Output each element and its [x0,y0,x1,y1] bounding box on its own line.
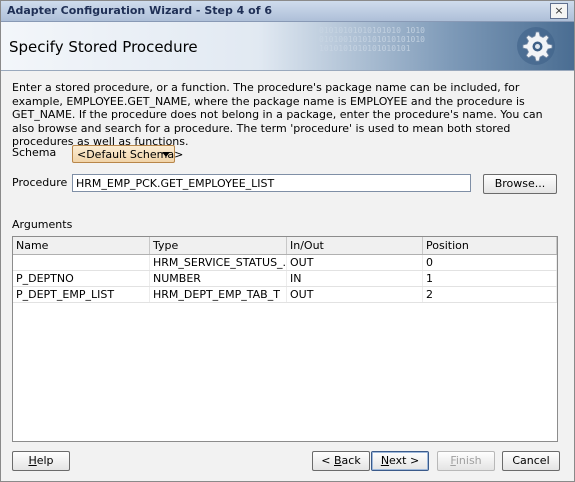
procedure-input[interactable]: HRM_EMP_PCK.GET_EMPLOYEE_LIST [72,174,471,192]
gear-icon [517,27,555,65]
help-label-rest: elp [36,454,54,467]
wizard-header: Specify Stored Procedure 010101010101010… [1,22,574,71]
column-header-name[interactable]: Name [13,237,150,254]
column-header-type[interactable]: Type [150,237,287,254]
back-mnemonic: B [334,454,342,467]
cell-in-out: IN [287,271,423,286]
table-row[interactable]: P_DEPTNO NUMBER IN 1 [13,271,557,287]
column-header-in-out[interactable]: In/Out [287,237,423,254]
chevron-down-icon [162,152,170,157]
arguments-label: Arguments [12,218,73,231]
cancel-button[interactable]: Cancel [502,451,560,471]
help-button[interactable]: Help [12,451,70,471]
back-button[interactable]: < Back [312,451,370,471]
browse-button[interactable]: Browse... [483,174,557,194]
cell-position: 1 [423,271,557,286]
page-title: Specify Stored Procedure [9,38,198,56]
cell-in-out: OUT [287,287,423,302]
procedure-label: Procedure [12,176,68,189]
finish-button[interactable]: Finish [437,451,495,471]
cell-type: HRM_SERVICE_STATUS_... [150,255,287,270]
cell-position: 0 [423,255,557,270]
table-row[interactable]: P_DEPT_EMP_LIST HRM_DEPT_EMP_TAB_T OUT 2 [13,287,557,303]
cell-type: HRM_DEPT_EMP_TAB_T [150,287,287,302]
finish-label-rest: inish [455,454,482,467]
description-text: Enter a stored procedure, or a function.… [12,81,543,148]
next-mnemonic: N [380,454,390,467]
back-label-rest: ack [341,454,361,467]
column-header-position[interactable]: Position [423,237,557,254]
back-label-prefix: < [321,454,334,467]
schema-dropdown[interactable]: <Default Schema> [72,145,183,163]
next-button[interactable]: Next > [371,451,429,471]
cell-type: NUMBER [150,271,287,286]
schema-label: Schema [12,146,57,159]
cell-name [13,255,150,270]
next-label-rest: ext > [389,454,420,467]
cell-name: P_DEPTNO [13,271,150,286]
help-mnemonic: H [28,454,37,467]
title-bar[interactable]: Adapter Configuration Wizard - Step 4 of… [1,1,574,22]
header-binary-decoration: 01010101010101010 1010 01010010101010101… [319,26,425,53]
cell-in-out: OUT [287,255,423,270]
table-header: Name Type In/Out Position [13,237,557,255]
arguments-table[interactable]: Name Type In/Out Position HRM_SERVICE_ST… [12,236,558,442]
cell-name: P_DEPT_EMP_LIST [13,287,150,302]
wizard-window: Adapter Configuration Wizard - Step 4 of… [0,0,575,482]
close-icon[interactable]: × [550,3,568,19]
table-row[interactable]: HRM_SERVICE_STATUS_... OUT 0 [13,255,557,271]
cell-position: 2 [423,287,557,302]
window-title: Adapter Configuration Wizard - Step 4 of… [7,4,272,17]
